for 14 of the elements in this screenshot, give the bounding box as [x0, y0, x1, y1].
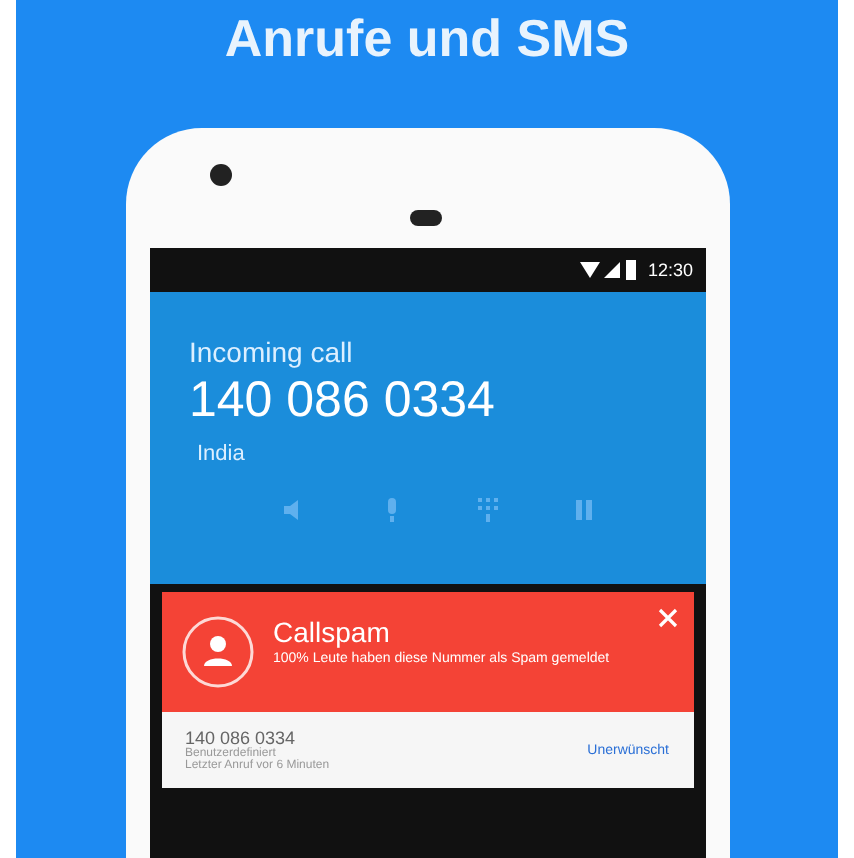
keypad-icon[interactable] [477, 498, 497, 522]
pause-icon[interactable] [573, 498, 593, 522]
signal-icon [579, 260, 640, 280]
caller-number: 140 086 0334 [189, 372, 497, 430]
clock-time: 12:30 [647, 260, 693, 280]
caller-location: India [197, 442, 247, 466]
spam-title: Callspam [273, 616, 392, 648]
headline: Anrufe und SMS [224, 8, 630, 72]
close-icon[interactable] [657, 608, 677, 628]
camera-icon [209, 164, 231, 186]
call-label: Incoming call [189, 336, 355, 368]
speaker-grille-icon [409, 210, 441, 226]
caller-number: 140 086 0334 [185, 728, 298, 748]
person-icon [181, 616, 253, 688]
